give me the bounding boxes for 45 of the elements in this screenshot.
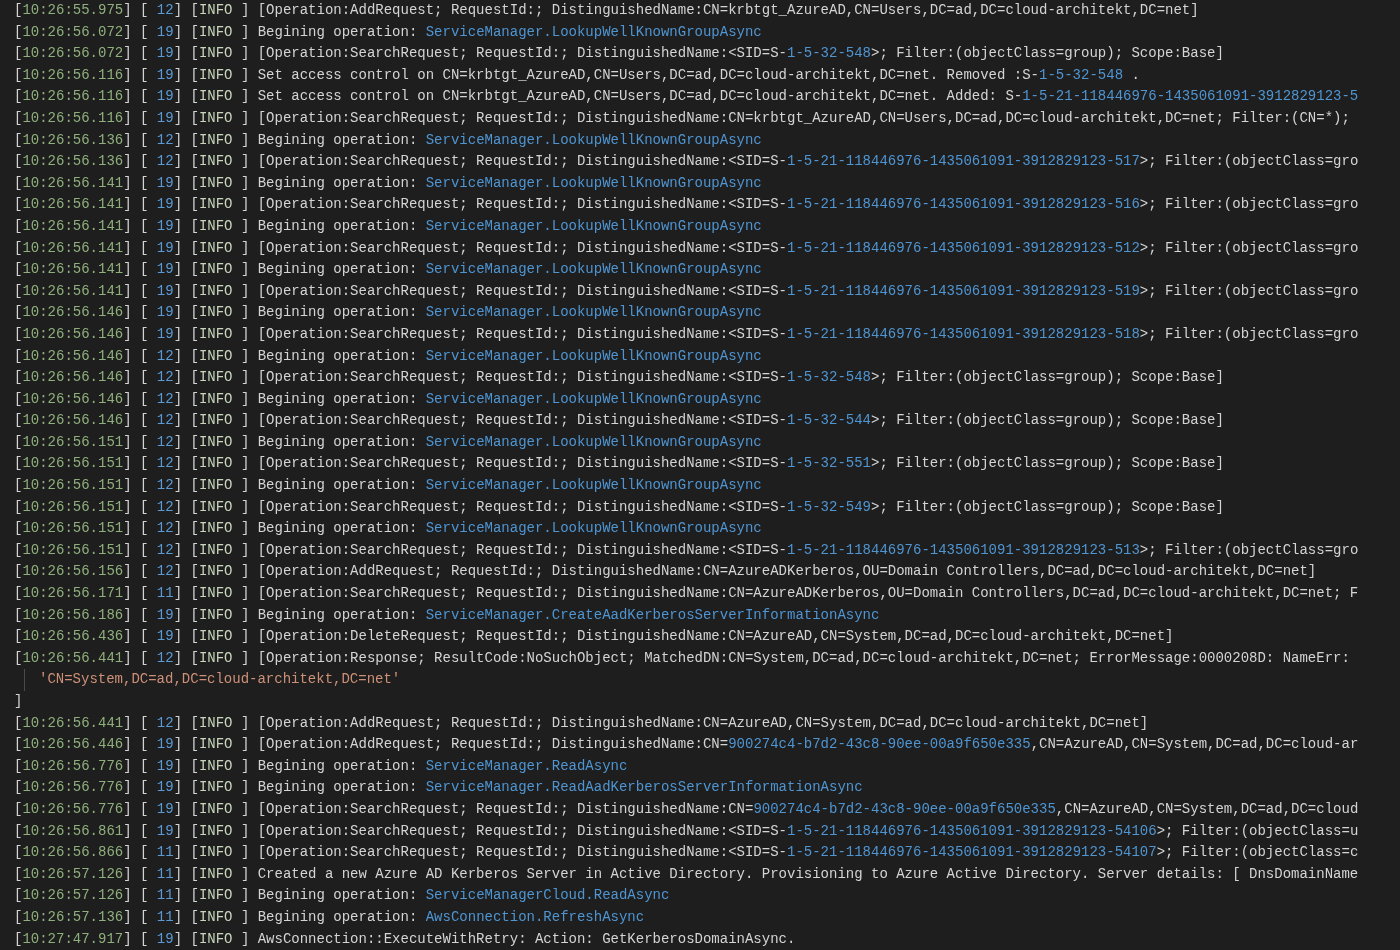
log-line: [10:26:56.136] [ 12] [INFO ] Begining operation: ServiceManager.LookupWellKnownGroupAsync [14, 130, 762, 150]
log-line: [10:26:56.151] [ 12] [INFO ] [Operation:SearchRequest; RequestId:; DistinguishedName:<SID=S-1-5-21-118446976-1435061091-3912829123-513>; Filter:(objectClass=gro [14, 540, 1359, 560]
log-line: [10:26:56.141] [ 19] [INFO ] [Operation:SearchRequest; RequestId:; DistinguishedName:<SID=S-1-5-21-118446976-1435061091-3912829123-519>; Filter:(objectClass=gro [14, 281, 1359, 301]
log-line: [10:26:56.146] [ 12] [INFO ] [Operation:SearchRequest; RequestId:; DistinguishedName:<SID=S-1-5-32-548>; Filter:(objectClass=group); Scope:Base] [14, 368, 1224, 388]
log-line: [10:26:56.146] [ 12] [INFO ] Begining operation: ServiceManager.LookupWellKnownGroupAsync [14, 389, 762, 409]
indent-guide [24, 669, 25, 691]
log-line: [10:27:47.917] [ 19] [INFO ] AwsConnection::ExecuteWithRetry: Action: GetKerberosDomainAsync. [14, 929, 796, 949]
log-line: [10:26:56.151] [ 12] [INFO ] Begining operation: ServiceManager.LookupWellKnownGroupAsync [14, 432, 762, 452]
log-line: [10:26:56.776] [ 19] [INFO ] Begining operation: ServiceManager.ReadAsync [14, 756, 628, 776]
log-line: [10:26:56.136] [ 12] [INFO ] [Operation:SearchRequest; RequestId:; DistinguishedName:<SID=S-1-5-21-118446976-1435061091-3912829123-517>; Filter:(objectClass=gro [14, 152, 1359, 172]
log-line: ] [14, 692, 23, 711]
log-line: [10:26:56.141] [ 19] [INFO ] Begining operation: ServiceManager.LookupWellKnownGroupAsync [14, 216, 762, 236]
log-line: [10:26:56.151] [ 12] [INFO ] [Operation:SearchRequest; RequestId:; DistinguishedName:<SID=S-1-5-32-549>; Filter:(objectClass=group); Scope:Base] [14, 497, 1224, 517]
log-line: [10:26:56.776] [ 19] [INFO ] Begining operation: ServiceManager.ReadAadKerberosServerInformationAsync [14, 778, 863, 798]
log-line: [10:26:56.146] [ 19] [INFO ] Begining operation: ServiceManager.LookupWellKnownGroupAsync [14, 303, 762, 323]
log-line: [10:26:56.146] [ 12] [INFO ] [Operation:SearchRequest; RequestId:; DistinguishedName:<SID=S-1-5-32-544>; Filter:(objectClass=group); Scope:Base] [14, 411, 1224, 431]
log-line: [10:26:57.126] [ 11] [INFO ] Begining operation: ServiceManagerCloud.ReadAsync [14, 886, 670, 906]
log-line: [10:26:56.116] [ 19] [INFO ] [Operation:SearchRequest; RequestId:; DistinguishedName:CN=krbtgt_AzureAD,CN=Users,DC=ad,DC=cloud-architekt,DC=net; Filter:(CN=*); [14, 108, 1350, 128]
log-line: [10:26:57.126] [ 11] [INFO ] Created a new Azure AD Kerberos Server in Active Directory. Provisioning to Azure Active Directory. Server details: [ DnsDomainName [14, 864, 1359, 884]
log-line: [10:26:56.151] [ 12] [INFO ] Begining operation: ServiceManager.LookupWellKnownGroupAsync [14, 519, 762, 539]
log-line: [10:26:56.441] [ 12] [INFO ] [Operation:Response; ResultCode:NoSuchObject; MatchedDN:CN=System,DC=ad,DC=cloud-architekt,DC=net; ErrorMessage:0000208D: NameErr: [14, 648, 1350, 668]
log-line: [10:26:56.146] [ 19] [INFO ] [Operation:SearchRequest; RequestId:; DistinguishedName:<SID=S-1-5-21-118446976-1435061091-3912829123-518>; Filter:(objectClass=gro [14, 324, 1359, 344]
log-line: [10:26:56.116] [ 19] [INFO ] Set access control on CN=krbtgt_AzureAD,CN=Users,DC=ad,DC=cloud-architekt,DC=net. Removed :S-1-5-32-548 . [14, 65, 1140, 85]
log-line: [10:26:56.446] [ 19] [INFO ] [Operation:AddRequest; RequestId:; DistinguishedName:CN=900274c4-b7d2-43c8-90ee-00a9f650e335,CN=AzureAD,CN=System,DC=ad,DC=cloud-ar [14, 735, 1359, 755]
log-line: [10:26:56.146] [ 12] [INFO ] Begining operation: ServiceManager.LookupWellKnownGroupAsync [14, 346, 762, 366]
log-line: [10:26:56.151] [ 12] [INFO ] Begining operation: ServiceManager.LookupWellKnownGroupAsync [14, 476, 762, 496]
log-line: [10:26:56.776] [ 19] [INFO ] [Operation:SearchRequest; RequestId:; DistinguishedName:CN=900274c4-b7d2-43c8-90ee-00a9f650e335,CN=AzureAD,CN=System,DC=ad,DC=cloud [14, 799, 1359, 819]
log-line: [10:26:56.151] [ 12] [INFO ] [Operation:SearchRequest; RequestId:; DistinguishedName:<SID=S-1-5-32-551>; Filter:(objectClass=group); Scope:Base] [14, 454, 1224, 474]
log-line: [10:26:56.141] [ 19] [INFO ] Begining operation: ServiceManager.LookupWellKnownGroupAsync [14, 173, 762, 193]
log-line: [10:26:55.975] [ 12] [INFO ] [Operation:AddRequest; RequestId:; DistinguishedName:CN=krbtgt_AzureAD,CN=Users,DC=ad,DC=cloud-architekt,DC=net] [14, 1, 1199, 20]
log-line: [10:26:56.141] [ 19] [INFO ] [Operation:SearchRequest; RequestId:; DistinguishedName:<SID=S-1-5-21-118446976-1435061091-3912829123-516>; Filter:(objectClass=gro [14, 195, 1359, 215]
log-line: [10:26:57.136] [ 11] [INFO ] Begining operation: AwsConnection.RefreshAsync [14, 907, 645, 927]
log-line: [10:26:56.861] [ 19] [INFO ] [Operation:SearchRequest; RequestId:; DistinguishedName:<SID=S-1-5-21-118446976-1435061091-3912829123-54106>; Filter:(objectClass=u [14, 821, 1359, 841]
log-line: [10:26:56.156] [ 12] [INFO ] [Operation:AddRequest; RequestId:; DistinguishedName:CN=AzureADKerberos,OU=Domain Controllers,DC=ad,DC=cloud-architekt,DC=net] [14, 562, 1317, 582]
log-line: [10:26:56.436] [ 19] [INFO ] [Operation:DeleteRequest; RequestId:; DistinguishedName:CN=AzureAD,CN=System,DC=ad,DC=cloud-architekt,DC=net] [14, 627, 1174, 647]
log-line: [10:26:56.866] [ 11] [INFO ] [Operation:SearchRequest; RequestId:; DistinguishedName:<SID=S-1-5-21-118446976-1435061091-3912829123-54107>; Filter:(objectClass=c [14, 843, 1359, 863]
log-line: [10:26:56.072] [ 19] [INFO ] [Operation:SearchRequest; RequestId:; DistinguishedName:<SID=S-1-5-32-548>; Filter:(objectClass=group); Scope:Base] [14, 44, 1224, 64]
log-line: [10:26:56.141] [ 19] [INFO ] Begining operation: ServiceManager.LookupWellKnownGroupAsync [14, 260, 762, 280]
log-line: [10:26:56.141] [ 19] [INFO ] [Operation:SearchRequest; RequestId:; DistinguishedName:<SID=S-1-5-21-118446976-1435061091-3912829123-512>; Filter:(objectClass=gro [14, 238, 1359, 258]
log-line: [10:26:56.171] [ 11] [INFO ] [Operation:SearchRequest; RequestId:; DistinguishedName:CN=AzureADKerberos,OU=Domain Controllers,DC=ad,DC=cloud-architekt,DC=net; F [14, 584, 1359, 604]
log-line: 'CN=System,DC=ad,DC=cloud-architekt,DC=net' [39, 670, 401, 690]
log-line: [10:26:56.072] [ 19] [INFO ] Begining operation: ServiceManager.LookupWellKnownGroupAsync [14, 22, 762, 42]
log-line: [10:26:56.441] [ 12] [INFO ] [Operation:AddRequest; RequestId:; DistinguishedName:CN=AzureAD,CN=System,DC=ad,DC=cloud-architekt,DC=net] [14, 713, 1149, 733]
log-line: [10:26:56.186] [ 19] [INFO ] Begining operation: ServiceManager.CreateAadKerberosServerInformationAsync [14, 605, 880, 625]
log-line: [10:26:56.116] [ 19] [INFO ] Set access control on CN=krbtgt_AzureAD,CN=Users,DC=ad,DC=cloud-architekt,DC=net. Added: S-1-5-21-118446976-1435061091-3912829123-5 [14, 87, 1359, 107]
